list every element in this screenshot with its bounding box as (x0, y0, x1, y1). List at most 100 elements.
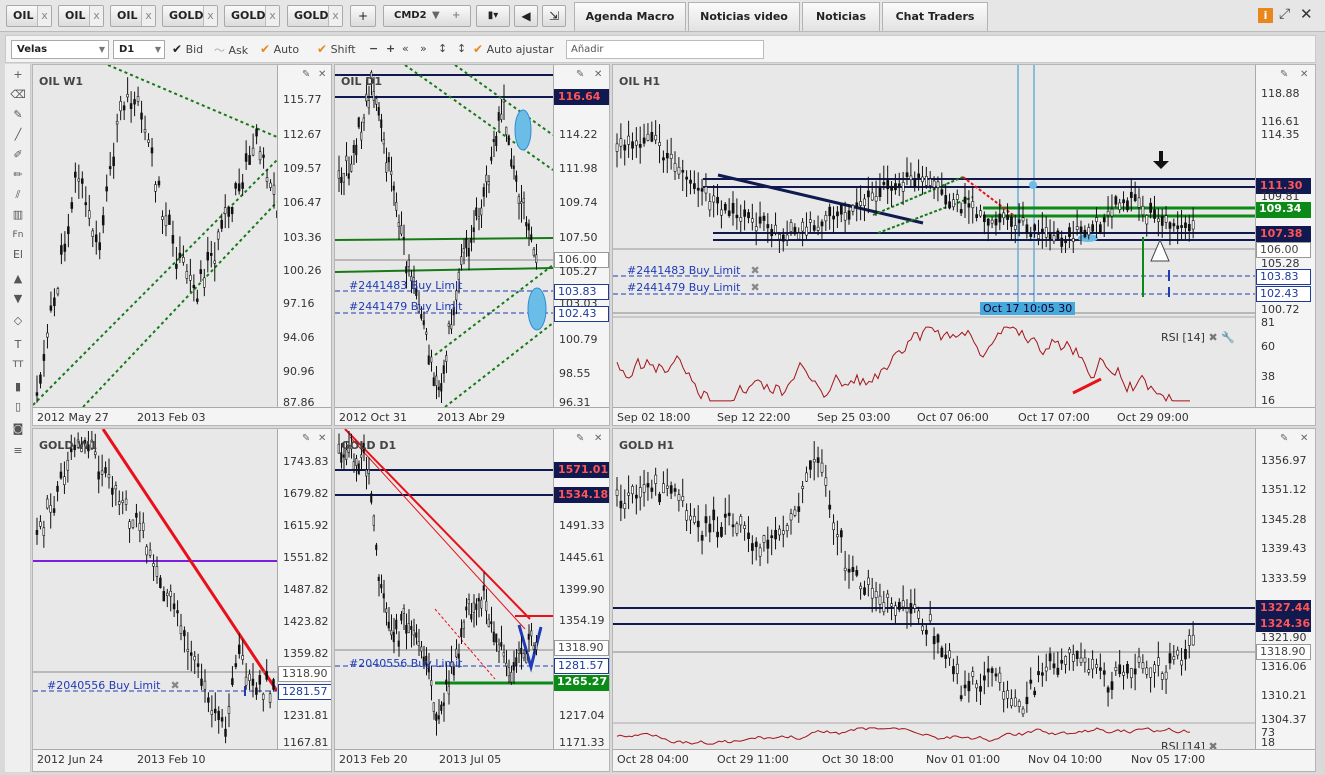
undock-button[interactable]: ⇲ (542, 5, 566, 27)
y-tick: 1679.82 (283, 487, 329, 500)
text-icon[interactable]: T (5, 336, 31, 354)
zoom-out-button[interactable]: − (369, 42, 378, 55)
histogram-icon[interactable]: ▯ (5, 398, 31, 416)
chart-panel-oil-d1[interactable]: #2441483 Buy Limit #2441479 Buy Limit OI… (334, 64, 610, 426)
close-window-icon[interactable]: ✕ (1300, 5, 1313, 23)
shift-toggle[interactable]: ✔ Shift (317, 42, 356, 56)
close-icon[interactable]: ✕ (1300, 69, 1308, 80)
chart-panel-oil-h1[interactable]: #2441483 Buy Limit ✖ #2441479 Buy Limit ✖ … (612, 64, 1316, 426)
instrument-tab-oil-1[interactable]: OIL x (6, 5, 52, 27)
chart-panel-gold-d1[interactable]: #2040556 Buy Limit GOLD D1 ✎ ✕ 1571.01 1… (334, 428, 610, 772)
fibonacci-icon[interactable]: Fn (5, 226, 31, 244)
instrument-tab-oil-3[interactable]: OIL x (110, 5, 156, 27)
close-icon[interactable]: x (328, 6, 342, 26)
close-icon[interactable]: ✕ (594, 433, 602, 444)
zoom-in-button[interactable]: + (386, 42, 395, 55)
order-label[interactable]: #2040556 Buy Limit (349, 657, 463, 670)
plot-area[interactable]: #2040556 Buy Limit (335, 429, 553, 749)
close-icon[interactable]: x (89, 6, 103, 26)
pencil-icon[interactable]: ✎ (576, 69, 584, 80)
info-icon[interactable]: i (1258, 8, 1273, 23)
auto-toggle[interactable]: ✔ Auto (260, 42, 299, 56)
plot-area[interactable]: #2040556 Buy Limit ✖ (33, 429, 277, 749)
instrument-tab-gold-1[interactable]: GOLD x (162, 5, 218, 27)
chart-type-select[interactable]: Velas ▼ (11, 40, 109, 59)
fit-icon[interactable]: ↕ (457, 42, 466, 55)
pencil-icon[interactable]: ✎ (1280, 433, 1288, 444)
tab-noticias-video[interactable]: Noticias video (688, 2, 800, 31)
pen-icon[interactable]: ✐ (5, 146, 31, 164)
arrow-down-icon[interactable]: ▼ (5, 290, 31, 308)
pencil-icon[interactable]: ✎ (302, 69, 310, 80)
close-icon[interactable]: ✕ (318, 69, 326, 80)
elliott-icon[interactable]: El (5, 246, 31, 264)
bid-toggle[interactable]: ✔ Bid (172, 42, 203, 56)
camera-icon[interactable]: ◙ (5, 420, 31, 438)
candle-body (723, 513, 727, 518)
pencil-icon[interactable]: ✎ (302, 433, 310, 444)
plus-icon[interactable]: + (452, 6, 460, 26)
scale-icon[interactable]: ↕ (438, 42, 447, 55)
order-label[interactable]: #2441479 Buy Limit ✖ (627, 281, 760, 294)
order-label[interactable]: #2441483 Buy Limit ✖ (627, 264, 760, 277)
pencil-icon[interactable]: ✎ (1280, 69, 1288, 80)
scroll-left-icon[interactable]: « (402, 42, 409, 55)
instrument-tab-gold-2[interactable]: GOLD x (224, 5, 280, 27)
candle-body (1006, 690, 1009, 699)
add-indicator-input[interactable]: Añadir (566, 40, 764, 59)
close-icon[interactable]: ✕ (594, 69, 602, 80)
close-icon[interactable]: ✕ (318, 433, 326, 444)
close-icon[interactable]: ✖ (751, 264, 760, 277)
line-tool-icon[interactable]: ╱ (5, 126, 31, 144)
candle-body (627, 492, 631, 496)
bars-icon[interactable]: ▥ (5, 206, 31, 224)
chart-style-dropdown[interactable]: ▮▾ (476, 5, 510, 27)
scroll-right-icon[interactable]: » (420, 42, 427, 55)
tab-noticias[interactable]: Noticias (802, 2, 880, 31)
order-label[interactable]: #2441479 Buy Limit (349, 300, 463, 313)
ask-toggle[interactable]: 〜 Ask (214, 42, 248, 58)
crosshair-icon[interactable]: + (5, 66, 31, 84)
pencil-icon[interactable]: ✎ (576, 433, 584, 444)
auto-adjust-toggle[interactable]: ✔ Auto ajustar (473, 42, 554, 56)
timeframe-select[interactable]: D1 ▼ (113, 40, 165, 59)
plot-area[interactable]: #2441483 Buy Limit ✖ #2441479 Buy Limit ✖ … (613, 65, 1255, 407)
close-icon[interactable]: x (265, 6, 279, 26)
tab-chat-traders[interactable]: Chat Traders (882, 2, 988, 31)
plot-area[interactable]: #2441483 Buy Limit #2441479 Buy Limit (335, 65, 553, 407)
close-icon[interactable]: ✖ (171, 679, 180, 692)
expand-icon[interactable]: ⤢ (1279, 6, 1290, 22)
text-small-icon[interactable]: TT (5, 356, 31, 374)
candle-body (1010, 216, 1013, 227)
plot-area[interactable]: RSI [14] ✖ (613, 429, 1255, 753)
volume-icon[interactable]: ▮ (5, 378, 31, 396)
close-icon[interactable]: x (141, 6, 155, 26)
instrument-tab-gold-3[interactable]: GOLD x (287, 5, 343, 27)
order-label[interactable]: #2040556 Buy Limit ✖ (47, 679, 180, 692)
close-icon[interactable]: x (203, 6, 217, 26)
wrench-icon[interactable]: 🔧 (1221, 331, 1235, 344)
chart-panel-gold-h1[interactable]: RSI [14] ✖ GOLD H1 ✎ ✕ 1356.97 1351.12 1… (612, 428, 1316, 772)
add-tab-button[interactable]: + (350, 5, 376, 27)
tab-agenda-macro[interactable]: Agenda Macro (574, 2, 686, 31)
pencil-icon[interactable]: ✎ (5, 106, 31, 124)
order-label[interactable]: #2441483 Buy Limit (349, 279, 463, 292)
arrow-up-icon[interactable]: ▲ (5, 270, 31, 288)
chart-panel-oil-w1[interactable]: OIL W1 ✎ ✕ 115.77 112.67 109.57 106.47 1… (32, 64, 332, 426)
chart-panel-gold-w1[interactable]: #2040556 Buy Limit ✖ GOLD W1 ✎ ✕ 1743.83 … (32, 428, 332, 772)
shapes-icon[interactable]: ◇ (5, 312, 31, 330)
instrument-tab-oil-2[interactable]: OIL x (58, 5, 104, 27)
close-icon[interactable]: ✕ (1300, 433, 1308, 444)
channel-icon[interactable]: ⫽ (5, 186, 31, 204)
close-icon[interactable]: ✖ (751, 281, 760, 294)
candle-body (832, 215, 835, 220)
command-select[interactable]: CMD2 ▼ + (383, 5, 471, 27)
back-button[interactable]: ◀ (514, 5, 538, 27)
rsi-label: RSI [14] ✖ 🔧 (1161, 331, 1235, 344)
plot-area[interactable] (33, 65, 277, 407)
brush-icon[interactable]: ✏ (5, 166, 31, 184)
list-icon[interactable]: ≡ (5, 442, 31, 460)
close-icon[interactable]: x (37, 6, 51, 26)
eraser-icon[interactable]: ⌫ (5, 86, 31, 104)
close-icon[interactable]: ✖ (1208, 331, 1217, 344)
